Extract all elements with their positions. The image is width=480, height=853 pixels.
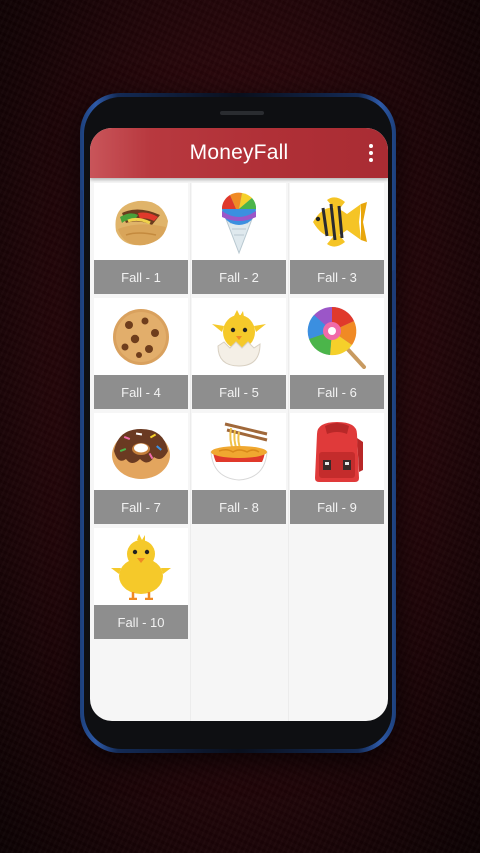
- shaved-ice-icon: [192, 183, 286, 260]
- fall-item-label: Fall - 10: [94, 605, 188, 639]
- fall-item-2[interactable]: Fall - 2: [192, 183, 286, 294]
- app-screen: MoneyFall Fall - 1 Fall - 2 Fall - 3 Fal…: [90, 128, 388, 721]
- burrito-icon: [94, 183, 188, 260]
- phone-speaker: [220, 111, 264, 115]
- phone-side-button: [80, 190, 83, 230]
- lollipop-icon: [290, 298, 384, 375]
- fall-item-4[interactable]: Fall - 4: [94, 298, 188, 409]
- fall-grid: Fall - 1 Fall - 2 Fall - 3 Fall - 4 Fall…: [94, 183, 384, 639]
- fall-item-label: Fall - 5: [192, 375, 286, 409]
- app-title: MoneyFall: [189, 141, 289, 164]
- fall-item-label: Fall - 2: [192, 260, 286, 294]
- fall-item-label: Fall - 1: [94, 260, 188, 294]
- fall-item-label: Fall - 4: [94, 375, 188, 409]
- app-bar: MoneyFall: [90, 128, 388, 178]
- hatching-chick-icon: [192, 298, 286, 375]
- backpack-icon: [290, 413, 384, 490]
- tropical-fish-icon: [290, 183, 384, 260]
- overflow-menu-icon[interactable]: [364, 142, 378, 164]
- fall-item-5[interactable]: Fall - 5: [192, 298, 286, 409]
- fall-item-label: Fall - 9: [290, 490, 384, 524]
- fall-item-10[interactable]: Fall - 10: [94, 528, 188, 639]
- fall-item-label: Fall - 6: [290, 375, 384, 409]
- doughnut-icon: [94, 413, 188, 490]
- fall-item-label: Fall - 3: [290, 260, 384, 294]
- fall-item-9[interactable]: Fall - 9: [290, 413, 384, 524]
- phone-side-button: [392, 270, 396, 330]
- fall-item-label: Fall - 8: [192, 490, 286, 524]
- fall-item-1[interactable]: Fall - 1: [94, 183, 188, 294]
- fall-item-7[interactable]: Fall - 7: [94, 413, 188, 524]
- cookie-icon: [94, 298, 188, 375]
- fall-item-8[interactable]: Fall - 8: [192, 413, 286, 524]
- chick-icon: [94, 528, 188, 605]
- fall-item-label: Fall - 7: [94, 490, 188, 524]
- fall-item-6[interactable]: Fall - 6: [290, 298, 384, 409]
- noodle-bowl-icon: [192, 413, 286, 490]
- fall-item-3[interactable]: Fall - 3: [290, 183, 384, 294]
